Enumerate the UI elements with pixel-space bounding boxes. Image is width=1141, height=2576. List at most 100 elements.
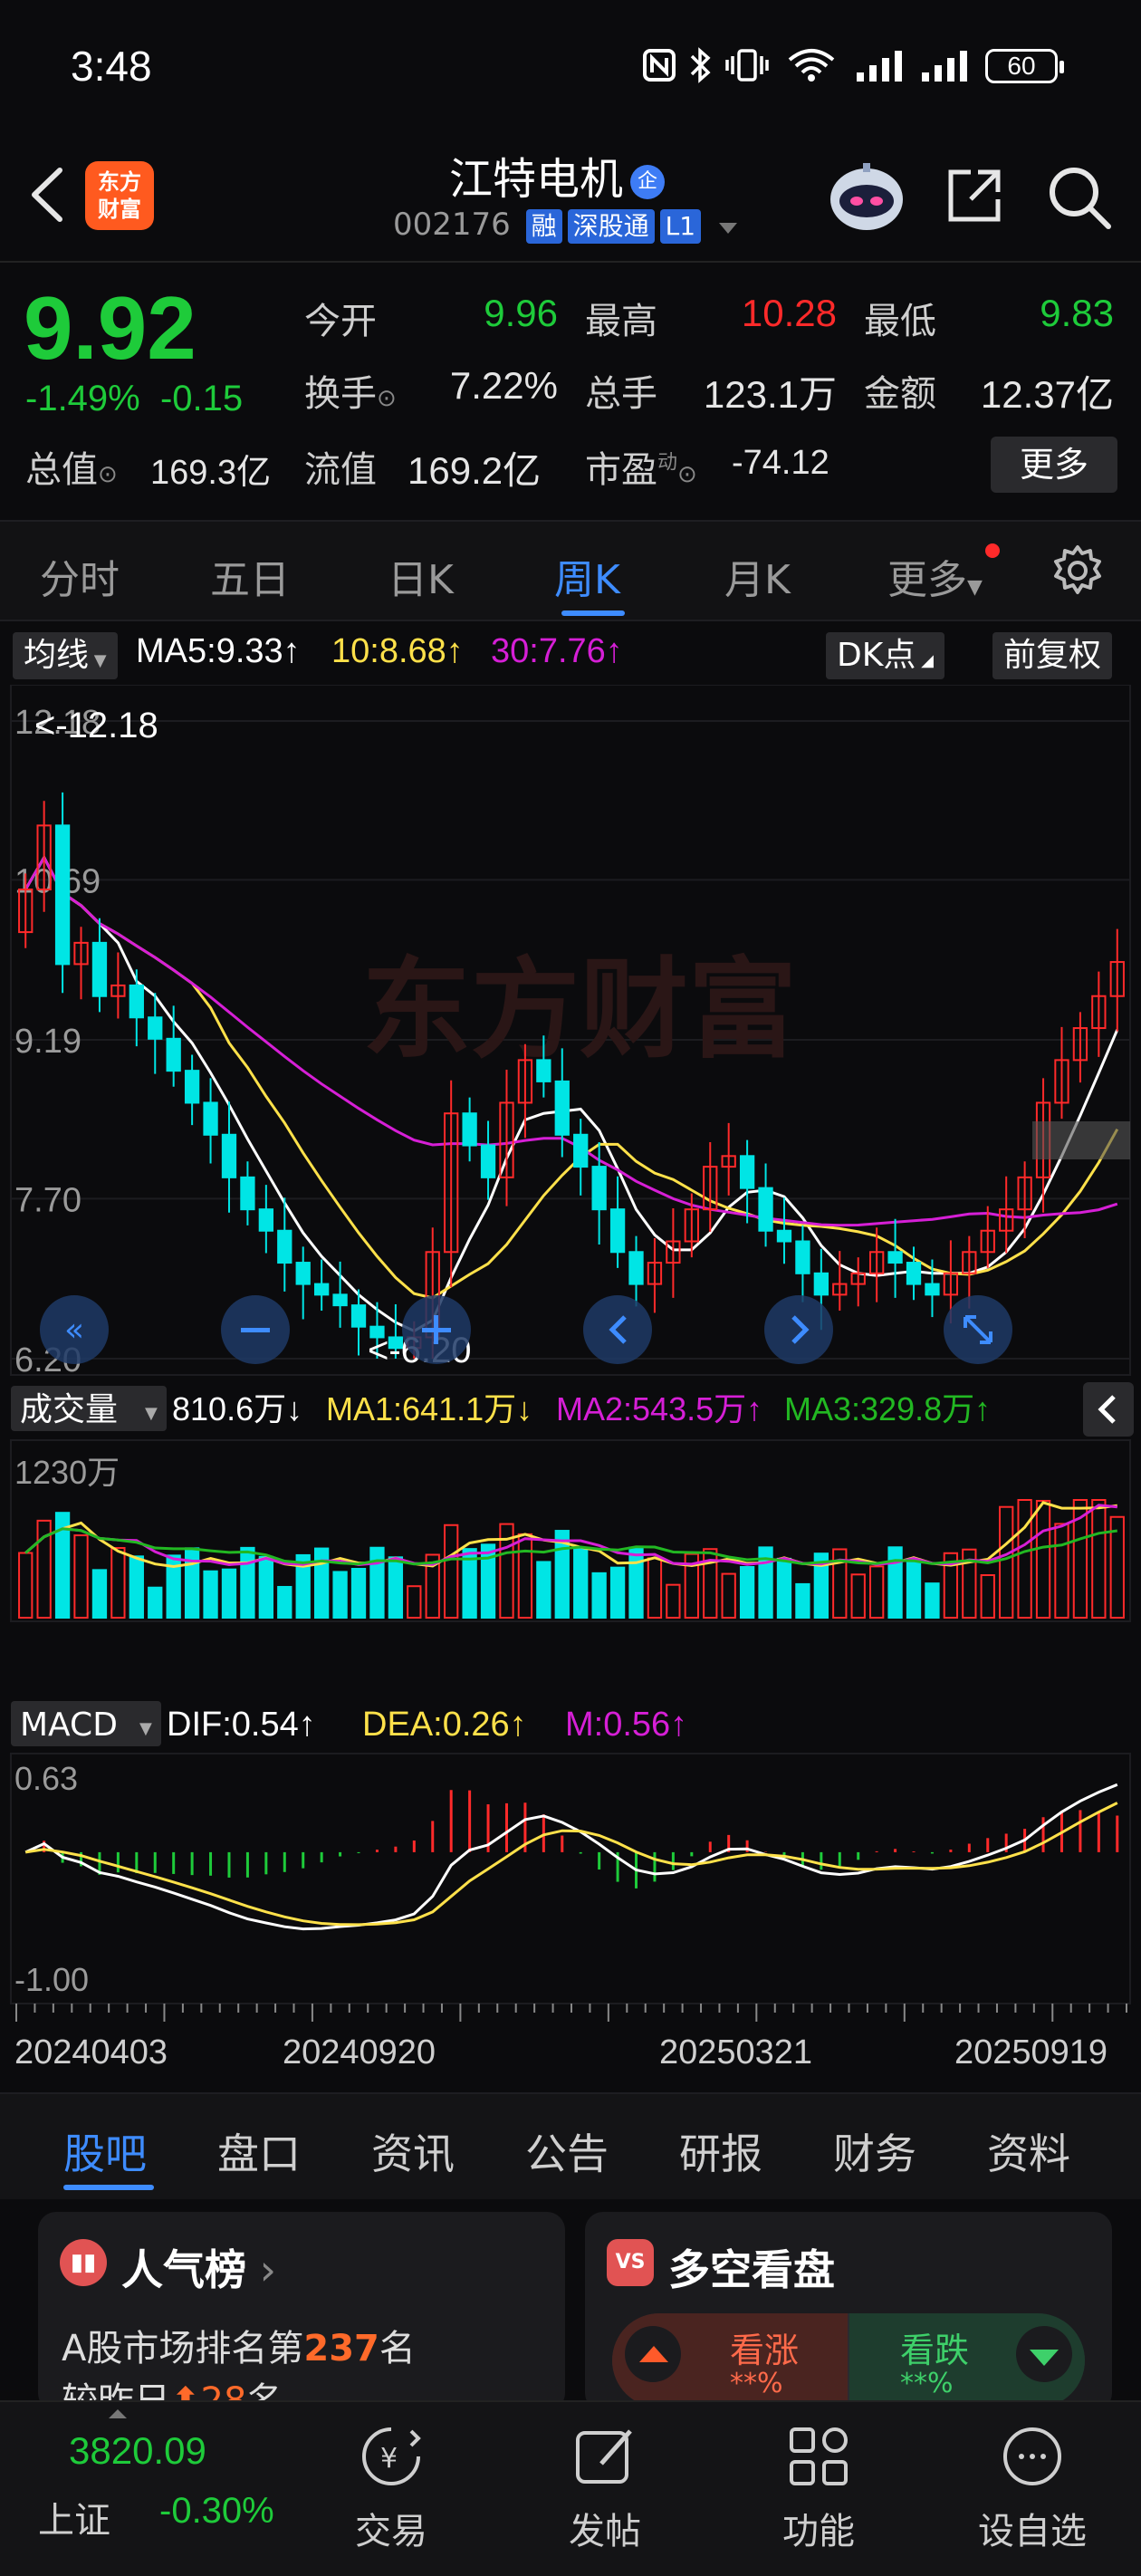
vibrate-icon (725, 49, 769, 82)
share-icon[interactable] (942, 163, 1007, 228)
candle-body (148, 1016, 163, 1040)
more-button[interactable]: 更多 (991, 437, 1117, 493)
search-icon[interactable] (1045, 163, 1114, 232)
open-value: 9.96 (484, 292, 558, 334)
pe-label: 市盈动⊙ (585, 440, 697, 493)
tab-intraday[interactable]: 分时 (40, 547, 120, 605)
prev-button[interactable] (583, 1295, 652, 1364)
caret-down-icon: ▼ (139, 1719, 152, 1738)
info-icon[interactable]: ⊙ (98, 461, 118, 488)
info-icon[interactable]: ⊙ (677, 461, 697, 488)
stock-chart[interactable]: 东方财富 12.1810.699.197.706.20 <-12.18 <-6.… (0, 685, 1141, 2092)
index-value[interactable]: 3820.09 (69, 2429, 206, 2473)
macd-header: MACD ▼ DIF:0.54↑ DEA:0.26↑ M:0.56↑ (11, 1701, 687, 1746)
stock-subtitle[interactable]: 002176 融深股通 L1 (393, 207, 738, 244)
triangle-down-icon (1030, 2350, 1059, 2366)
volume-ma3: MA3:329.8万↑ (784, 1390, 991, 1427)
gear-icon[interactable] (1050, 543, 1105, 598)
volume-bar (517, 1533, 533, 1620)
popularity-card[interactable]: ▮▮ 人气榜 › A股市场排名第237名 较昨日⬆28名 (38, 2212, 565, 2411)
volume-bar (868, 1565, 885, 1620)
volume-bar (407, 1585, 422, 1619)
high-value: 10.28 (741, 292, 837, 334)
sentiment-vote-bar: 看涨 **% 看跌 **% (612, 2313, 1085, 2408)
rank-suffix: 名 (379, 2328, 416, 2369)
current-price: 9.92 (24, 278, 197, 378)
dk-point-button[interactable]: DK点 ◢ (826, 632, 944, 679)
tab-profile[interactable]: 资料 (987, 2121, 1070, 2181)
volume-bar (739, 1566, 755, 1619)
tab-financials[interactable]: 财务 (833, 2121, 916, 2181)
volume-bar (148, 1586, 163, 1620)
expand-caret-icon[interactable] (109, 2409, 127, 2418)
trade-icon[interactable]: ¥ (355, 2420, 427, 2493)
tab-forum[interactable]: 股吧 (63, 2121, 147, 2181)
dea-line (24, 1802, 1118, 1927)
amount-value: 12.37亿 (980, 373, 1114, 416)
chevron-right-icon: › (246, 2245, 277, 2294)
volume-bar (573, 1547, 589, 1620)
tab-more[interactable]: 更多▼ (887, 547, 983, 605)
volume-bar (129, 1555, 144, 1620)
nav-trade[interactable]: 交易 (328, 2502, 455, 2554)
tab-monthly-k[interactable]: 月K (724, 547, 791, 605)
tab-market-depth[interactable]: 盘口 (217, 2121, 301, 2181)
rewind-button[interactable]: « (40, 1295, 109, 1364)
double-left-icon: « (64, 1312, 84, 1349)
tab-weekly-k[interactable]: 周K (554, 547, 620, 605)
tab-research[interactable]: 研报 (679, 2121, 762, 2181)
bull-side[interactable]: 看涨 **% (612, 2313, 848, 2408)
tab-news[interactable]: 资讯 (371, 2121, 455, 2181)
candle-body (925, 1283, 940, 1296)
macd-selector-label: MACD (20, 1706, 118, 1744)
tab-five-day[interactable]: 五日 (210, 547, 290, 605)
index-name[interactable]: 上证 (38, 2491, 110, 2543)
turnover-label-text: 换手 (304, 373, 377, 415)
nav-post[interactable]: 发帖 (542, 2502, 668, 2554)
watchlist-icon[interactable] (996, 2420, 1069, 2493)
post-icon[interactable] (569, 2420, 641, 2493)
pe-value: -74.12 (732, 444, 829, 482)
signal-icon-2 (922, 51, 967, 82)
macd-panel-frame (10, 1753, 1131, 2004)
next-button[interactable] (764, 1295, 833, 1364)
index-change[interactable]: -0.30% (159, 2491, 274, 2532)
zoom-in-button[interactable] (402, 1295, 471, 1364)
tab-daily-k[interactable]: 日K (388, 547, 454, 605)
bear-label: 看跌 (900, 2331, 970, 2370)
volume-bar (203, 1570, 218, 1619)
eastmoney-logo[interactable]: 东方 财富 (85, 161, 154, 230)
ai-robot-icon[interactable] (826, 158, 907, 234)
amount-label: 金额 (864, 373, 936, 415)
volume-header: 成交量 ▼ 810.6万↓ MA1:641.1万↓ MA2:543.5万↑ MA… (11, 1382, 1134, 1437)
volume-bar (850, 1573, 866, 1620)
volume-bar (350, 1568, 367, 1620)
rank-prefix: A股市场排名第 (62, 2328, 304, 2369)
fullscreen-button[interactable] (944, 1295, 1012, 1364)
functions-icon[interactable] (782, 2420, 855, 2493)
x-label-3: 20250919 (954, 2033, 1107, 2071)
price-change: -1.49% -0.15 (25, 379, 243, 419)
zoom-out-button[interactable] (221, 1295, 290, 1364)
nav-watchlist[interactable]: 设自选 (969, 2502, 1096, 2554)
bull-percent: **% (730, 2368, 783, 2399)
volume-bar (444, 1523, 459, 1620)
stock-title[interactable]: 江特电机企 (449, 143, 666, 207)
candle-body (628, 1251, 644, 1285)
collapse-button[interactable] (1083, 1382, 1134, 1437)
tag-connect: 深股通 (567, 208, 655, 244)
tag-margin: 融 (525, 208, 562, 244)
adjust-button[interactable]: 前复权 (992, 632, 1113, 679)
bear-side[interactable]: 看跌 **% (849, 2313, 1085, 2408)
pe-label-text: 市盈 (585, 449, 657, 491)
indicator-selector[interactable]: 均线 ▼ (13, 632, 118, 679)
popularity-rank: A股市场排名第237名 (62, 2319, 416, 2371)
ma5-value: MA5:9.33↑ (136, 632, 301, 670)
sentiment-card[interactable]: VS 多空看盘 看涨 **% 看跌 **% (585, 2212, 1112, 2411)
back-arrow-icon[interactable] (22, 163, 76, 226)
tab-announcements[interactable]: 公告 (525, 2121, 609, 2181)
popularity-title-text: 人气榜 (121, 2245, 246, 2294)
nav-functions[interactable]: 功能 (755, 2502, 882, 2554)
info-icon[interactable]: ⊙ (377, 385, 397, 412)
bull-label: 看涨 (730, 2331, 800, 2370)
